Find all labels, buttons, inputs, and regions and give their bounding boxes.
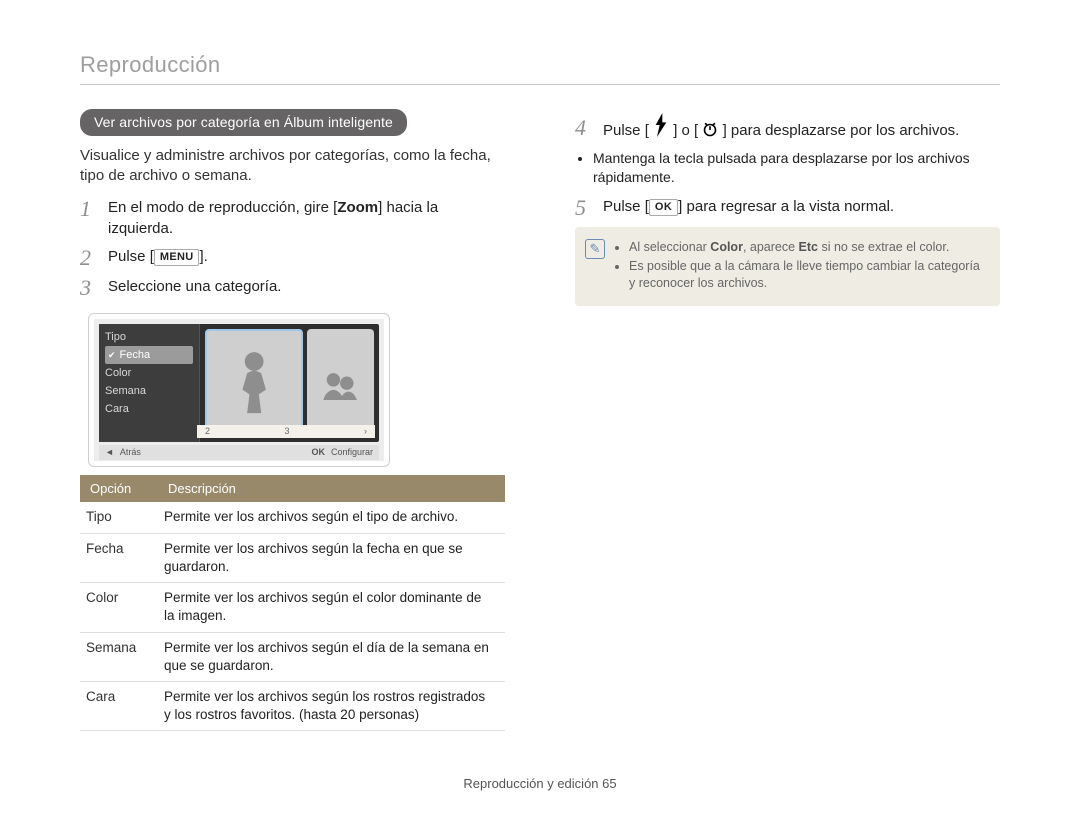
arrow-left-icon: ◄ <box>105 446 114 458</box>
text: En el modo de reproducción, gire [ <box>108 199 337 216</box>
step-number: 3 <box>80 277 98 299</box>
lcd-category-menu: Tipo ✔ Fecha Color Semana Cara <box>99 324 200 442</box>
bold: Etc <box>799 240 818 254</box>
label: Fecha <box>120 346 151 364</box>
left-column: Ver archivos por categoría en Álbum inte… <box>80 109 505 731</box>
th-description: Descripción <box>158 475 505 503</box>
two-heads-icon <box>320 340 360 426</box>
desc-cell: Permite ver los archivos según los rostr… <box>158 681 505 730</box>
subsection-pill: Ver archivos por categoría en Álbum inte… <box>80 109 407 136</box>
note-line-1: Al seleccionar Color, aparece Etc si no … <box>629 239 988 256</box>
text: Al seleccionar <box>629 240 710 254</box>
table-row: Color Permite ver los archivos según el … <box>80 583 505 632</box>
flash-icon <box>653 117 669 133</box>
step-4-bullets: Mantenga la tecla pulsada para desplazar… <box>575 149 1000 187</box>
text: Pulse [ <box>603 122 649 139</box>
note-icon: ✎ <box>585 239 605 259</box>
opt-cell: Color <box>80 583 158 632</box>
opt-cell: Tipo <box>80 502 158 533</box>
bold: Color <box>710 240 743 254</box>
lcd-thumb-next <box>307 329 374 437</box>
right-column: 4 Pulse [ ] o [ ] para desplazarse por l… <box>575 109 1000 731</box>
lcd-menu-item-color: Color <box>105 364 193 382</box>
header-rule <box>80 84 1000 85</box>
intro-text: Visualice y administre archivos por cate… <box>80 146 505 187</box>
config-label: Configurar <box>331 446 373 458</box>
desc-cell: Permite ver los archivos según la fecha … <box>158 533 505 582</box>
lcd-menu-item-tipo: Tipo <box>105 328 193 346</box>
desc-cell: Permite ver los archivos según el tipo d… <box>158 502 505 533</box>
options-table: Opción Descripción Tipo Permite ver los … <box>80 475 505 732</box>
lcd-menu-item-semana: Semana <box>105 382 193 400</box>
text: ] para regresar a la vista normal. <box>678 198 894 215</box>
back-label: Atrás <box>120 446 141 458</box>
table-row: Semana Permite ver los archivos según el… <box>80 632 505 681</box>
self-timer-icon <box>702 121 718 137</box>
num: 3 <box>285 425 290 437</box>
ok-label: OK <box>311 446 325 458</box>
num: 2 <box>205 425 210 437</box>
step-3: 3 Seleccione una categoría. <box>80 277 505 299</box>
step-text: Seleccione una categoría. <box>108 277 505 299</box>
lcd-bottom-bar: ◄ Atrás OK Configurar <box>99 445 379 460</box>
text: , aparece <box>743 240 799 254</box>
text: ]. <box>199 248 207 265</box>
note-box: ✎ Al seleccionar Color, aparece Etc si n… <box>575 227 1000 306</box>
step-text: En el modo de reproducción, gire [Zoom] … <box>108 198 505 239</box>
note-line-2: Es posible que a la cámara le lleve tiem… <box>629 258 988 292</box>
page-footer: Reproducción y edición 65 <box>0 776 1080 791</box>
lcd-menu-item-fecha-selected: ✔ Fecha <box>105 346 193 364</box>
step-number: 1 <box>80 198 98 239</box>
camera-lcd-mockup: Tipo ✔ Fecha Color Semana Cara <box>88 313 390 467</box>
menu-button-icon: MENU <box>154 249 200 266</box>
section-header: Reproducción <box>80 52 1000 78</box>
ok-button-icon: OK <box>649 199 678 216</box>
step-text: Pulse [MENU]. <box>108 247 505 269</box>
text: ] o [ <box>673 122 698 139</box>
text: Pulse [ <box>603 198 649 215</box>
table-row: Fecha Permite ver los archivos según la … <box>80 533 505 582</box>
step-number: 5 <box>575 197 593 219</box>
bullet: Mantenga la tecla pulsada para desplazar… <box>593 149 1000 187</box>
table-row: Tipo Permite ver los archivos según el t… <box>80 502 505 533</box>
step-number: 4 <box>575 117 593 141</box>
step-text: Pulse [ ] o [ ] para desplazarse por los… <box>603 117 1000 141</box>
step-4: 4 Pulse [ ] o [ ] para desplazarse por l… <box>575 117 1000 141</box>
th-option: Opción <box>80 475 158 503</box>
opt-cell: Cara <box>80 681 158 730</box>
text: Pulse [ <box>108 248 154 265</box>
opt-cell: Semana <box>80 632 158 681</box>
desc-cell: Permite ver los archivos según el día de… <box>158 632 505 681</box>
step-text: Pulse [OK] para regresar a la vista norm… <box>603 197 1000 219</box>
person-silhouette-icon <box>226 341 282 424</box>
check-icon: ✔ <box>108 348 116 363</box>
zoom-label: Zoom <box>337 199 378 216</box>
desc-cell: Permite ver los archivos según el color … <box>158 583 505 632</box>
table-row: Cara Permite ver los archivos según los … <box>80 681 505 730</box>
step-number: 2 <box>80 247 98 269</box>
lcd-thumb-selected <box>205 329 303 437</box>
opt-cell: Fecha <box>80 533 158 582</box>
lcd-menu-item-cara: Cara <box>105 400 193 418</box>
step-2: 2 Pulse [MENU]. <box>80 247 505 269</box>
lcd-thumb-bar: 2 3 › <box>197 425 375 438</box>
text: si no se extrae el color. <box>818 240 949 254</box>
step-1: 1 En el modo de reproducción, gire [Zoom… <box>80 198 505 239</box>
step-5: 5 Pulse [OK] para regresar a la vista no… <box>575 197 1000 219</box>
arrow-right-icon: › <box>364 425 367 437</box>
text: ] para desplazarse por los archivos. <box>723 122 960 139</box>
